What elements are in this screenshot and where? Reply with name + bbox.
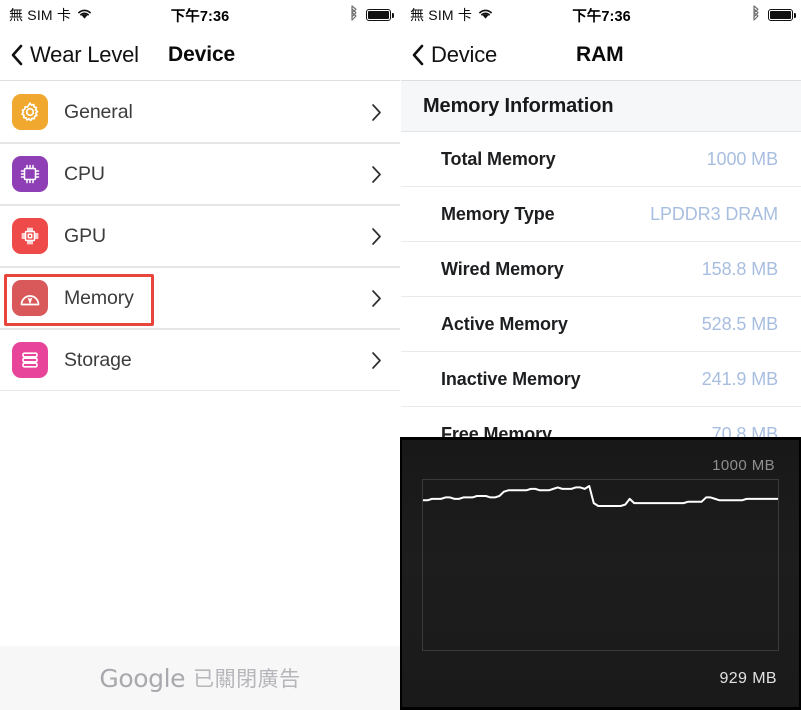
table-row: Active Memory 528.5 MB (401, 297, 801, 352)
list-item-label: Memory (64, 286, 134, 309)
row-key: Memory Type (441, 204, 555, 224)
status-bar-right-group (751, 5, 796, 25)
status-bar-time: 下午7:36 (572, 8, 631, 25)
nav-bar-right: Device RAM (401, 30, 801, 81)
row-key: Inactive Memory (441, 369, 581, 389)
bluetooth-icon (349, 5, 359, 25)
status-bar-time: 下午7:36 (170, 8, 230, 25)
battery-full-icon (366, 9, 394, 21)
list-item-label: CPU (64, 162, 105, 185)
screenshot-root: 無 SIM 卡 下午7:36 Wear Level Device General… (0, 0, 801, 710)
google-logo: Google (99, 663, 186, 693)
list-item-gpu[interactable]: GPU (0, 205, 400, 267)
status-bar-left: 無 SIM 卡 下午7:36 (0, 0, 400, 30)
gear-icon (12, 94, 48, 130)
table-row: Memory Type LPDDR3 DRAM (401, 187, 801, 242)
chevron-right-icon (371, 227, 382, 246)
chevron-right-icon (371, 165, 382, 184)
status-bar-right-group (349, 5, 394, 25)
list-item-cpu[interactable]: CPU (0, 143, 400, 205)
memory-usage-line-chart (423, 485, 778, 507)
row-value: 241.9 MB (701, 369, 778, 389)
cpu-chip-icon (12, 156, 48, 192)
graph-plot-frame (422, 479, 779, 651)
section-header-memory-information: Memory Information (401, 81, 801, 132)
table-row: Total Memory 1000 MB (401, 132, 801, 187)
list-item-label: GPU (64, 224, 106, 247)
gpu-chip-icon (12, 218, 48, 254)
memory-icon (12, 280, 48, 316)
list-item-general[interactable]: General (0, 81, 400, 143)
chevron-right-icon (371, 351, 382, 370)
row-value: 1000 MB (706, 149, 778, 169)
row-value: 158.8 MB (701, 259, 778, 279)
table-row: Wired Memory 158.8 MB (401, 242, 801, 297)
list-item-label: Storage (64, 348, 132, 371)
graph-current-value-label: 929 MB (719, 670, 777, 687)
table-row: Inactive Memory 241.9 MB (401, 352, 801, 407)
battery-full-icon (768, 9, 796, 21)
nav-bar-left: Wear Level Device (0, 30, 400, 81)
graph-max-label: 1000 MB (712, 457, 775, 474)
memory-information-table: Total Memory 1000 MB Memory Type LPDDR3 … (401, 132, 801, 462)
row-value: LPDDR3 DRAM (650, 204, 778, 224)
google-ad-banner[interactable]: Google 已關閉廣告 (0, 646, 400, 710)
storage-icon (12, 342, 48, 378)
chevron-right-icon (371, 289, 382, 308)
chevron-right-icon (371, 103, 382, 122)
row-key: Total Memory (441, 149, 556, 169)
row-key: Active Memory (441, 314, 568, 334)
page-title-ram: RAM (576, 43, 624, 66)
list-item-label: General (64, 100, 133, 123)
bluetooth-icon (751, 5, 761, 25)
ad-message: 已關閉廣告 (193, 668, 301, 691)
memory-usage-graph-panel: 1000 MB 929 MB (400, 437, 801, 710)
page-title-device: Device (168, 43, 236, 66)
device-settings-list: General CPU GPU Memory Storage (0, 81, 400, 391)
status-bar-right: 無 SIM 卡 下午7:36 (401, 0, 801, 30)
row-key: Wired Memory (441, 259, 564, 279)
row-value: 528.5 MB (701, 314, 778, 334)
left-phone-pane: 無 SIM 卡 下午7:36 Wear Level Device General… (0, 0, 400, 710)
list-item-memory[interactable]: Memory (0, 267, 400, 329)
list-item-storage[interactable]: Storage (0, 329, 400, 391)
